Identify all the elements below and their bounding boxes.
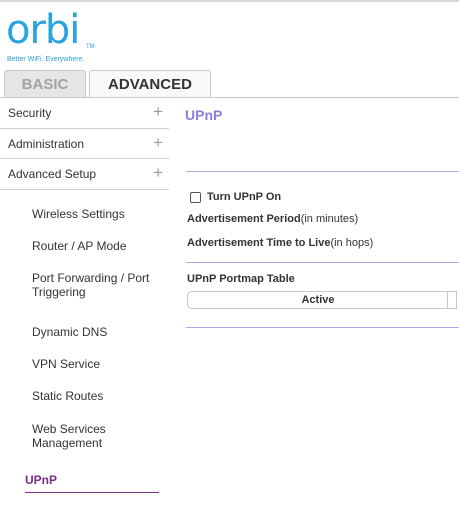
sidebar-item-dynamic-dns[interactable]: Dynamic DNS: [32, 325, 160, 339]
advertisement-period-label: Advertisement Period(in minutes): [187, 213, 358, 225]
divider: [186, 262, 459, 263]
sidebar-item-router-ap-mode[interactable]: Router / AP Mode: [32, 239, 160, 253]
divider: [186, 171, 459, 172]
portmap-table-title: UPnP Portmap Table: [187, 273, 295, 285]
field-label-unit: (in hops): [330, 237, 374, 249]
portmap-table-header: Active: [187, 291, 457, 309]
column-divider: [447, 292, 448, 308]
sidebar-section-administration[interactable]: Administration +: [0, 129, 169, 159]
sidebar-item-port-forwarding[interactable]: Port Forwarding / Port Triggering: [32, 271, 157, 299]
sidebar-section-label: Administration: [8, 137, 85, 151]
sidebar-section-label: Security: [8, 106, 52, 120]
tab-advanced[interactable]: ADVANCED: [89, 70, 211, 98]
plus-icon: +: [153, 163, 163, 182]
advertisement-ttl-label: Advertisement Time to Live(in hops): [187, 237, 373, 249]
top-border: [0, 0, 459, 2]
sidebar-item-vpn-service[interactable]: VPN Service: [32, 357, 160, 371]
sidebar-item-static-routes[interactable]: Static Routes: [32, 389, 160, 403]
divider: [0, 189, 169, 190]
page-title: UPnP: [185, 107, 223, 123]
column-header-active[interactable]: Active: [188, 292, 448, 308]
logo-tagline: Better WiFi. Everywhere.: [7, 56, 85, 63]
divider: [186, 327, 459, 328]
logo-trademark: TM: [86, 44, 95, 50]
field-label-text: Advertisement Period: [187, 213, 301, 225]
field-label-text: Advertisement Time to Live: [187, 237, 331, 249]
checkbox-box[interactable]: [190, 191, 201, 203]
sidebar-nav: Security + Administration + Advanced Set…: [0, 98, 169, 508]
plus-icon: +: [153, 102, 163, 121]
sidebar-item-upnp[interactable]: UPnP: [25, 473, 159, 493]
sidebar-item-wireless-settings[interactable]: Wireless Settings: [32, 207, 160, 221]
sidebar-item-web-services-management[interactable]: Web Services Management: [32, 422, 132, 450]
sidebar-section-advanced-setup[interactable]: Advanced Setup +: [0, 159, 169, 189]
logo-wordmark: orbi: [6, 7, 80, 53]
turn-upnp-on-checkbox[interactable]: Turn UPnP On: [190, 191, 281, 203]
field-label-unit: (in minutes): [300, 213, 359, 225]
sidebar-section-label: Advanced Setup: [8, 167, 97, 181]
tab-basic[interactable]: BASIC: [4, 70, 86, 98]
orbi-logo: orbi TM Better WiFi. Everywhere.: [6, 7, 106, 68]
sidebar-section-security[interactable]: Security +: [0, 98, 169, 128]
plus-icon: +: [153, 133, 163, 152]
main-content: UPnP Turn UPnP On Advertisement Period(i…: [182, 98, 459, 508]
checkbox-label: Turn UPnP On: [207, 191, 282, 203]
